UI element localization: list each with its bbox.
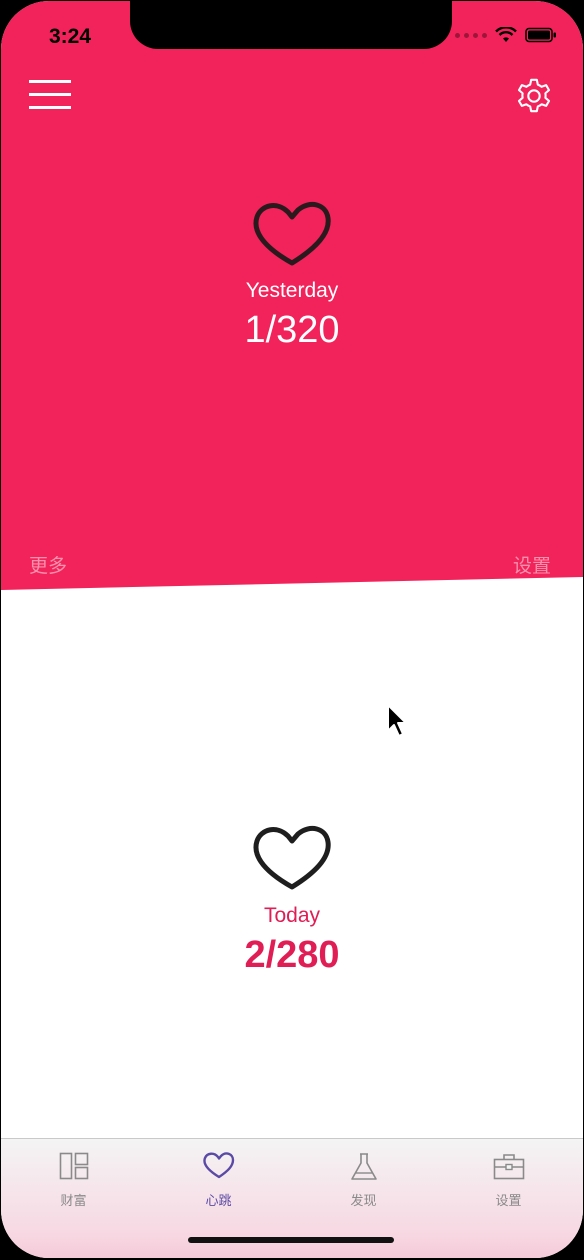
wifi-icon	[495, 27, 517, 42]
tab-label: 财富	[60, 1194, 87, 1209]
app-screen: 3:24 Yesterday 1/320 更多 设置 Today 2/280 财…	[1, 1, 583, 1258]
flask-icon	[350, 1153, 377, 1180]
yesterday-label: Yesterday	[245, 279, 339, 302]
signal-icon	[455, 32, 487, 38]
status-icons	[455, 27, 557, 43]
menu-icon	[29, 80, 71, 83]
mouse-cursor-icon	[387, 704, 407, 737]
today-value: 2/280	[244, 934, 340, 976]
tab-wealth[interactable]: 财富	[1, 1139, 146, 1219]
menu-icon-line	[29, 106, 71, 109]
briefcase-icon	[493, 1154, 524, 1180]
tab-settings[interactable]: 设置	[436, 1139, 581, 1219]
gear-icon[interactable]	[515, 77, 553, 115]
home-indicator[interactable]	[188, 1237, 394, 1243]
heart-icon	[253, 825, 331, 890]
phone-frame: 3:24 Yesterday 1/320 更多 设置 Today 2/280 财…	[0, 0, 584, 1260]
yesterday-value: 1/320	[244, 309, 340, 351]
menu-button[interactable]	[29, 80, 71, 112]
battery-icon	[525, 27, 556, 43]
more-link[interactable]: 更多	[29, 551, 67, 578]
tab-heartbeat[interactable]: 心跳	[146, 1139, 291, 1219]
tab-label: 发现	[350, 1194, 377, 1209]
heart-icon	[253, 201, 331, 266]
tab-label: 心跳	[205, 1194, 232, 1209]
menu-icon-line	[29, 93, 71, 96]
today-label: Today	[263, 904, 321, 927]
heart-icon	[202, 1152, 234, 1179]
layout-grid-icon	[59, 1152, 88, 1180]
tab-discover[interactable]: 发现	[291, 1139, 436, 1219]
notch	[130, 1, 452, 49]
settings-link[interactable]: 设置	[513, 551, 551, 578]
status-time: 3:24	[49, 25, 92, 48]
tab-label: 设置	[495, 1194, 522, 1209]
